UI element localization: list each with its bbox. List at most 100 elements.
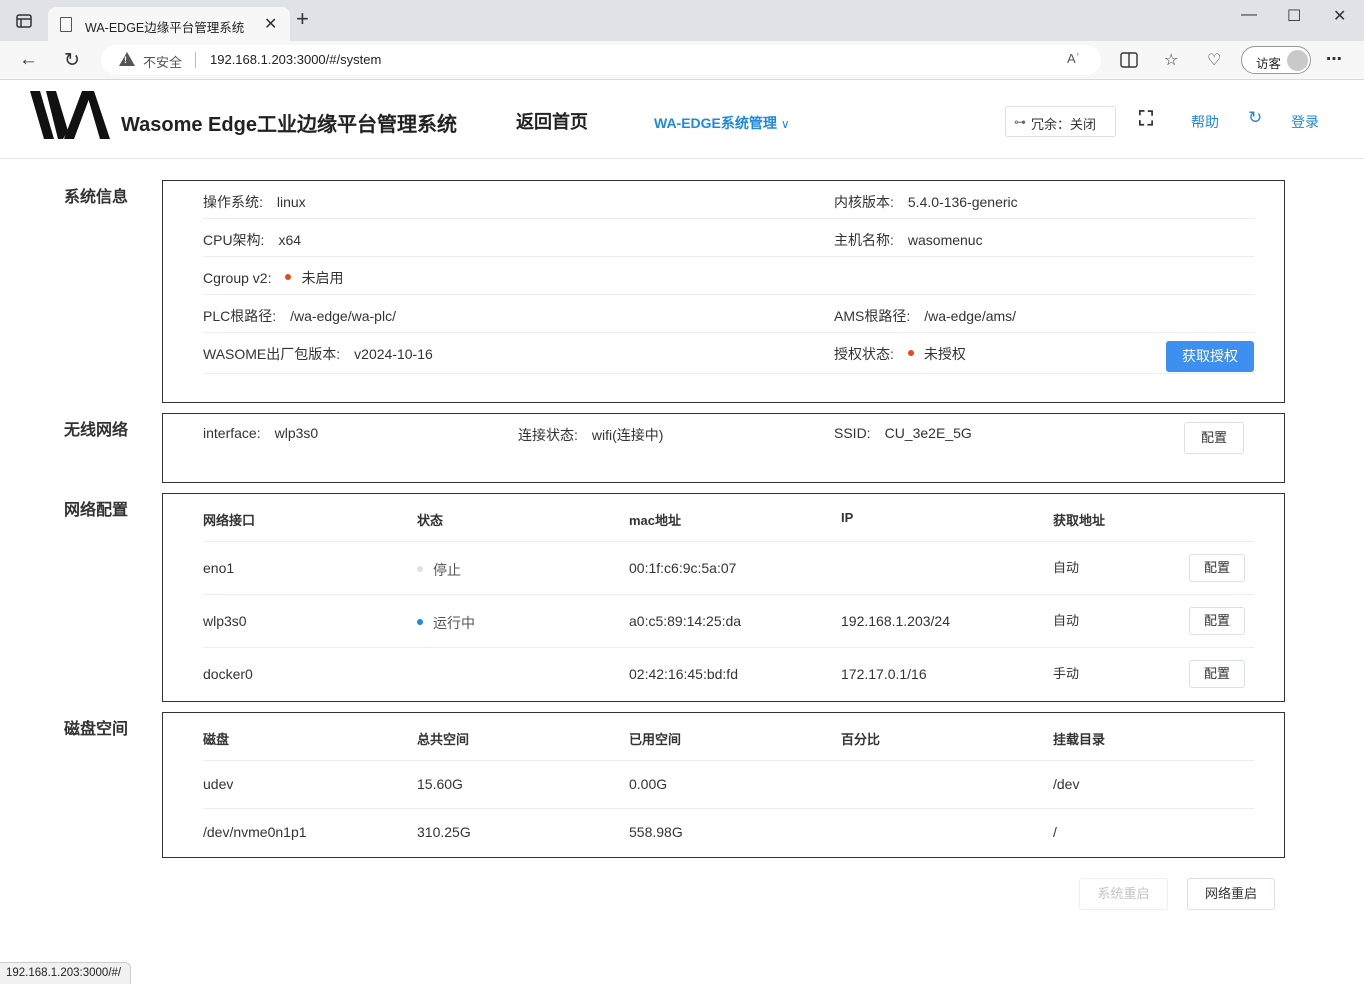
wifi-config-button[interactable]: 配置 <box>1184 422 1244 454</box>
os-value: linux <box>276 194 306 210</box>
ip-cell: 192.168.1.203/24 <box>841 613 950 629</box>
profile-button[interactable]: 访客 <box>1241 46 1311 74</box>
column-header: 状态 <box>417 513 444 528</box>
info-row: 操作系统: linux 内核版本: 5.4.0-136-generic <box>203 181 1255 219</box>
interface-label: interface: <box>203 425 261 441</box>
refresh-icon[interactable]: ↻ <box>1248 108 1262 128</box>
plc-path-value: /wa-edge/wa-plc/ <box>290 308 396 324</box>
system-menu-label: WA-EDGE系统管理 <box>654 115 777 131</box>
ams-path-label: AMS根路径: <box>834 308 911 324</box>
redundancy-button[interactable]: ⊶ 冗余：关闭 <box>1005 106 1116 137</box>
fullscreen-icon[interactable]: ⛶ <box>1139 108 1153 131</box>
package-version-label: WASOME出厂包版本: <box>203 346 341 362</box>
iface-config-button[interactable]: 配置 <box>1189 660 1245 688</box>
host-value: wasomenuc <box>907 232 983 248</box>
total-cell: 310.25G <box>417 824 471 840</box>
column-header: IP <box>841 510 854 525</box>
cpu-label: CPU架构: <box>203 232 265 248</box>
ssid-value: CU_3e2E_5G <box>884 425 972 441</box>
wireless-title: 无线网络 <box>64 422 129 439</box>
column-header: 磁盘 <box>203 732 230 747</box>
page-favicon-icon <box>60 17 72 32</box>
iface-cell: eno1 <box>203 560 235 576</box>
table-header: 磁盘 总共空间 已用空间 百分比 挂载目录 <box>203 713 1255 761</box>
cgroup-value: 未启用 <box>301 270 344 286</box>
column-header: mac地址 <box>629 513 682 528</box>
disk-space-title: 磁盘空间 <box>64 721 129 738</box>
cgroup-label: Cgroup v2: <box>203 270 272 286</box>
host-label: 主机名称: <box>834 232 894 248</box>
favorites-star-icon[interactable]: ☆ <box>1164 50 1178 70</box>
new-tab-button[interactable]: + <box>296 8 309 30</box>
tab-actions-icon[interactable] <box>14 11 34 31</box>
mount-cell: / <box>1053 824 1057 840</box>
more-options-icon[interactable]: ⋯ <box>1326 49 1342 69</box>
mac-cell: a0:c5:89:14:25:da <box>629 613 742 629</box>
status-dot-icon <box>907 350 914 357</box>
reload-icon[interactable]: ↻ <box>64 49 80 72</box>
kernel-label: 内核版本: <box>834 194 894 210</box>
login-link[interactable]: 登录 <box>1291 112 1319 132</box>
read-aloud-icon[interactable]: Aʾ <box>1067 51 1080 66</box>
package-version-value: v2024-10-16 <box>354 346 433 362</box>
total-cell: 15.60G <box>417 776 463 792</box>
network-config-title: 网络配置 <box>64 502 129 519</box>
interface-value: wlp3s0 <box>274 425 319 441</box>
browser-essentials-icon[interactable]: ♡ <box>1207 50 1221 70</box>
mac-cell: 02:42:16:45:bd:fd <box>629 666 738 682</box>
table-row: docker0 02:42:16:45:bd:fd 172.17.0.1/16 … <box>203 648 1255 701</box>
info-row: WASOME出厂包版本: v2024-10-16 授权状态: 未授权 获取授权 <box>203 333 1255 374</box>
browser-address-bar: ← ↻ ! 不安全 192.168.1.203:3000/#/system Aʾ… <box>0 41 1364 80</box>
minimize-icon[interactable]: — <box>1241 6 1257 24</box>
kernel-value: 5.4.0-136-generic <box>907 194 1018 210</box>
wasome-logo <box>30 91 110 139</box>
mount-cell: /dev <box>1053 776 1080 792</box>
get-license-button[interactable]: 获取授权 <box>1166 341 1254 372</box>
iface-config-button[interactable]: 配置 <box>1189 607 1245 635</box>
used-cell: 558.98G <box>629 824 683 840</box>
status-dot-icon <box>285 274 292 281</box>
iface-cell: wlp3s0 <box>203 613 247 629</box>
plc-path-label: PLC根路径: <box>203 308 277 324</box>
url-divider <box>195 52 196 68</box>
mode-cell: 自动 <box>1053 560 1080 575</box>
mac-cell: 00:1f:c6:9c:5a:07 <box>629 560 737 576</box>
split-screen-icon[interactable] <box>1120 52 1138 68</box>
license-status-value: 未授权 <box>923 346 966 362</box>
wireless-panel: interface: wlp3s0 连接状态: wifi(连接中) SSID: CU_… <box>162 413 1285 483</box>
browser-tab[interactable]: WA-EDGE边缘平台管理系统 ✕ <box>48 7 290 41</box>
insecure-label[interactable]: 不安全 <box>143 52 182 71</box>
disk-table: 磁盘 总共空间 已用空间 百分比 挂载目录 udev 15.60G 0.00G … <box>162 712 1285 858</box>
network-table: 网络接口 状态 mac地址 IP 获取地址 eno1 停止 00:1f:c6:9… <box>162 493 1285 702</box>
table-row: eno1 停止 00:1f:c6:9c:5a:07 自动 配置 <box>203 542 1255 595</box>
link-status-bar: 192.168.1.203:3000/#/ <box>0 962 131 984</box>
license-status-label: 授权状态: <box>834 346 894 362</box>
system-restart-button[interactable]: 系统重启 <box>1079 878 1168 910</box>
system-management-menu[interactable]: WA-EDGE系统管理 ∨ <box>654 113 790 133</box>
network-restart-button[interactable]: 网络重启 <box>1187 878 1275 910</box>
maximize-icon[interactable]: ☐ <box>1287 6 1301 26</box>
url-field[interactable]: ! 不安全 192.168.1.203:3000/#/system Aʾ <box>101 45 1101 75</box>
info-row: PLC根路径: /wa-edge/wa-plc/ AMS根路径: /wa-edge/… <box>203 295 1255 333</box>
app-title: Wasome Edge工业边缘平台管理系统 <box>121 114 457 136</box>
ams-path-value: /wa-edge/ams/ <box>924 308 1017 324</box>
mode-cell: 自动 <box>1053 613 1080 628</box>
browser-tab-bar: WA-EDGE边缘平台管理系统 ✕ + — ☐ ✕ <box>0 0 1364 41</box>
url-text[interactable]: 192.168.1.203:3000/#/system <box>210 52 381 67</box>
column-header: 网络接口 <box>203 513 256 528</box>
system-info-panel: 操作系统: linux 内核版本: 5.4.0-136-generic CPU架构:… <box>162 180 1285 403</box>
avatar-icon <box>1287 50 1308 71</box>
table-row: udev 15.60G 0.00G /dev <box>203 761 1255 809</box>
tab-close-icon[interactable]: ✕ <box>264 14 277 34</box>
window-close-icon[interactable]: ✕ <box>1333 6 1346 26</box>
column-header: 已用空间 <box>629 732 682 747</box>
column-header: 总共空间 <box>417 732 470 747</box>
back-arrow-icon[interactable]: ← <box>19 49 38 71</box>
help-link[interactable]: 帮助 <box>1191 112 1219 132</box>
column-header: 挂载目录 <box>1053 732 1106 747</box>
home-link[interactable]: 返回首页 <box>516 108 588 134</box>
info-row: Cgroup v2: 未启用 <box>203 257 1255 295</box>
app-header: Wasome Edge工业边缘平台管理系统 返回首页 WA-EDGE系统管理 ∨ … <box>0 80 1364 159</box>
column-header: 百分比 <box>841 732 881 747</box>
iface-config-button[interactable]: 配置 <box>1189 554 1245 582</box>
